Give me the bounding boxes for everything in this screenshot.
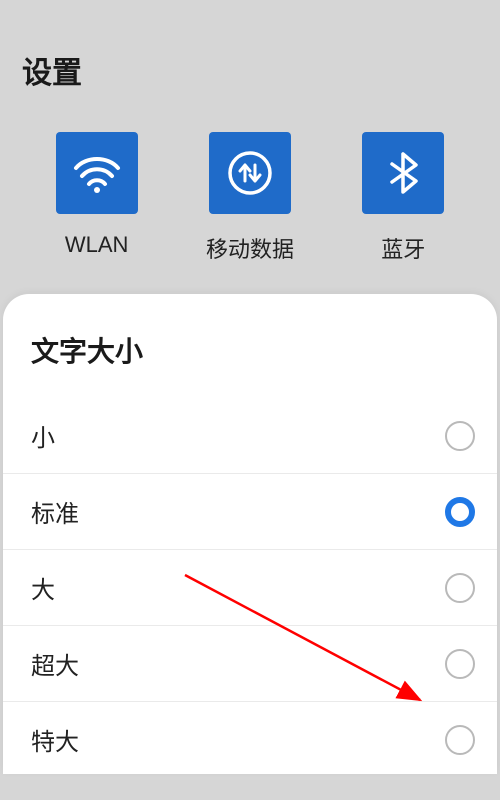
tile-wlan[interactable]: WLAN — [47, 132, 147, 264]
page-title: 设置 — [22, 48, 478, 92]
text-size-option-large[interactable]: 大 — [3, 550, 497, 626]
text-size-panel: 文字大小 小 标准 大 超大 特大 — [3, 294, 497, 774]
radio-icon — [445, 649, 475, 679]
option-label: 标准 — [31, 494, 79, 529]
option-label: 特大 — [31, 722, 79, 757]
text-size-option-xlarge[interactable]: 超大 — [3, 626, 497, 702]
text-size-option-xxlarge[interactable]: 特大 — [3, 702, 497, 777]
radio-icon — [445, 421, 475, 451]
wifi-icon — [56, 132, 138, 214]
tile-mobile-data[interactable]: 移动数据 — [200, 132, 300, 264]
tile-label: 蓝牙 — [381, 232, 425, 264]
radio-icon — [445, 725, 475, 755]
text-size-option-small[interactable]: 小 — [3, 398, 497, 474]
bluetooth-icon — [362, 132, 444, 214]
option-label: 超大 — [31, 646, 79, 681]
radio-icon — [445, 573, 475, 603]
tile-label: WLAN — [65, 232, 129, 258]
tile-bluetooth[interactable]: 蓝牙 — [353, 132, 453, 264]
quick-tiles-row: WLAN 移动数据 蓝牙 — [0, 114, 500, 294]
mobile-data-icon — [209, 132, 291, 214]
option-label: 大 — [31, 570, 55, 605]
radio-icon — [445, 497, 475, 527]
option-label: 小 — [31, 418, 55, 453]
tile-label: 移动数据 — [206, 232, 294, 264]
text-size-option-standard[interactable]: 标准 — [3, 474, 497, 550]
panel-title: 文字大小 — [3, 330, 497, 398]
settings-header: 设置 — [0, 0, 500, 114]
